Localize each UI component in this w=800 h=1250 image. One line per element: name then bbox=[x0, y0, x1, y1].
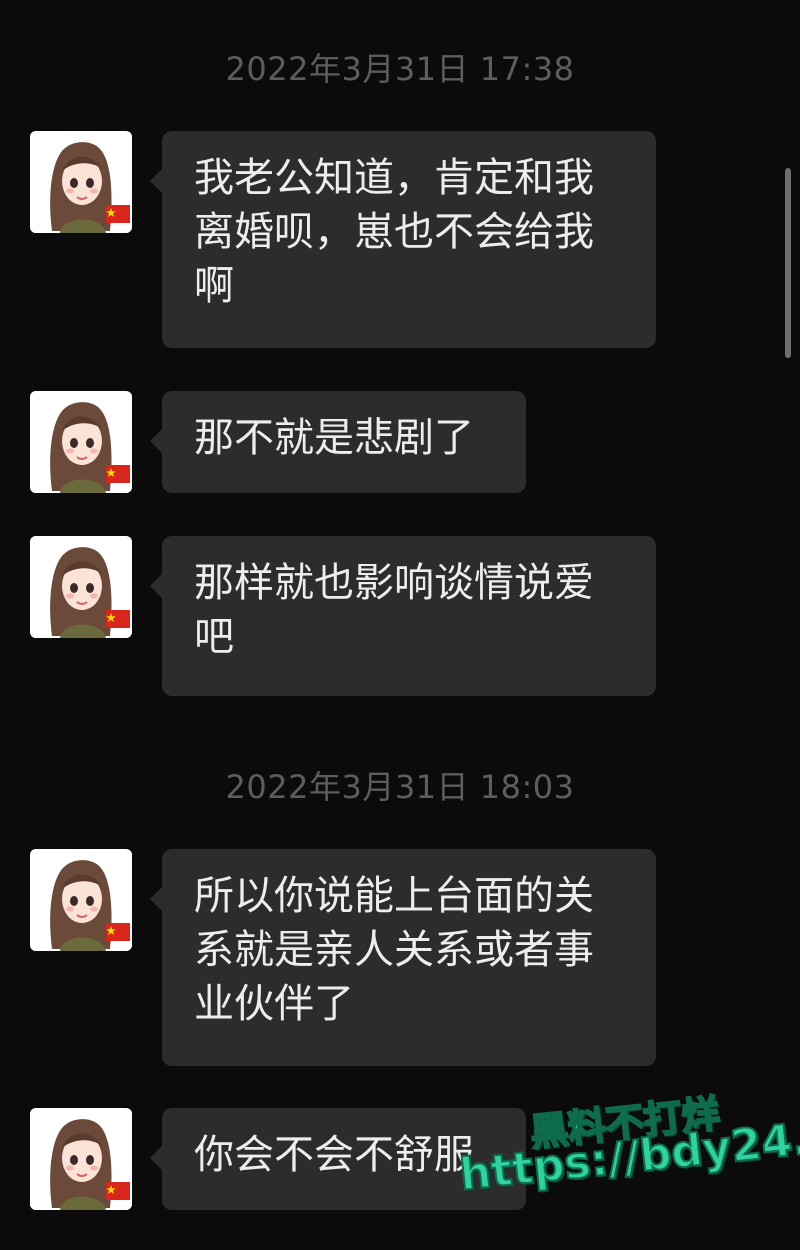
scrollbar[interactable] bbox=[785, 168, 791, 358]
message-text: 你会不会不舒服 bbox=[194, 1132, 474, 1178]
contact-avatar[interactable] bbox=[30, 536, 132, 638]
contact-avatar[interactable] bbox=[30, 131, 132, 233]
cartoon-girl-avatar-icon bbox=[30, 391, 132, 493]
cartoon-girl-avatar-icon bbox=[30, 131, 132, 233]
timestamp: 2022年3月31日 18:03 bbox=[225, 768, 575, 806]
chat-view: 2022年3月31日 17:38 我老公知道，肯定和我 离婚呗，崽也不会给我 啊 bbox=[0, 0, 800, 1250]
contact-avatar[interactable] bbox=[30, 849, 132, 951]
message-text: 那不就是悲剧了 bbox=[194, 415, 474, 461]
message-bubble[interactable]: 所以你说能上台面的关 系就是亲人关系或者事 业伙伴了 bbox=[150, 849, 656, 1066]
cartoon-girl-avatar-icon bbox=[30, 849, 132, 951]
cartoon-girl-avatar-icon bbox=[30, 1108, 132, 1210]
message-text: 所以你说能上台面的关 系就是亲人关系或者事 业伙伴了 bbox=[194, 873, 594, 1027]
contact-avatar[interactable] bbox=[30, 1108, 132, 1210]
message-text: 我老公知道，肯定和我 离婚呗，崽也不会给我 啊 bbox=[194, 155, 594, 309]
contact-avatar[interactable] bbox=[30, 391, 132, 493]
message-bubble[interactable]: 那样就也影响谈情说爱 吧 bbox=[150, 536, 656, 696]
cartoon-girl-avatar-icon bbox=[30, 536, 132, 638]
timestamp: 2022年3月31日 17:38 bbox=[225, 50, 575, 88]
message-text: 那样就也影响谈情说爱 吧 bbox=[194, 560, 594, 660]
message-bubble[interactable]: 我老公知道，肯定和我 离婚呗，崽也不会给我 啊 bbox=[150, 131, 656, 348]
message-bubble[interactable]: 那不就是悲剧了 bbox=[150, 391, 526, 493]
